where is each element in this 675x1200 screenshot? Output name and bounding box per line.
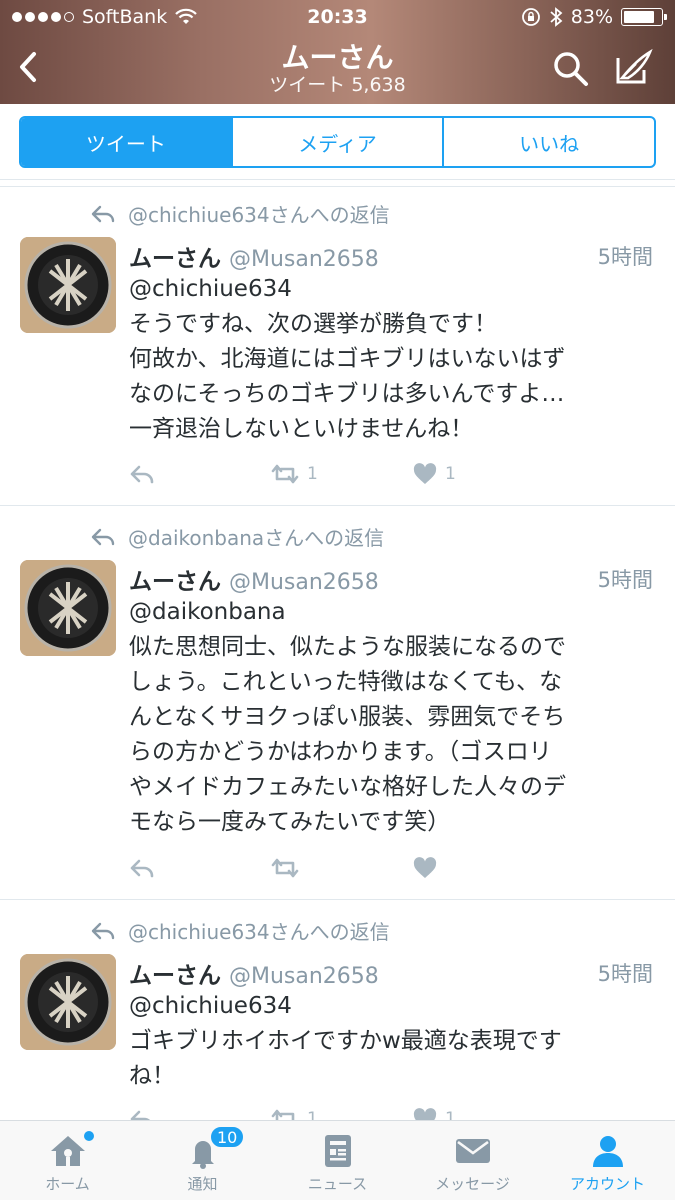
author-line: ムーさん @Musan2658	[129, 562, 379, 596]
tweet-line: 似た思想同士、似たような服装になるので	[129, 634, 566, 660]
author-line: ムーさん @Musan2658	[129, 956, 379, 990]
battery-level	[624, 11, 654, 23]
tweet-line: そうですね、次の選挙が勝負です！	[129, 311, 497, 337]
tweet-line: ね！	[129, 1063, 175, 1089]
tweet-text: @chichiue634 そうですね、次の選挙が勝負です！ 何故か、北海道にはゴ…	[129, 272, 654, 447]
tweet-line: しょう。これといった特徴はなくても、な	[129, 669, 563, 695]
author-name[interactable]: ムーさん	[129, 963, 221, 989]
author-name[interactable]: ムーさん	[129, 569, 221, 595]
tweet-line: らの方かどうかはわかります。（ゴスロリ	[129, 739, 552, 765]
tab-tweets[interactable]: ツイート	[21, 118, 233, 166]
status-bar: SoftBank 20:33 83%	[0, 0, 675, 34]
search-icon[interactable]	[552, 50, 590, 88]
reply-arrow-icon	[91, 205, 115, 222]
orientation-lock-icon	[521, 8, 540, 26]
divider	[0, 186, 675, 187]
tab-news[interactable]: ニュース	[270, 1121, 405, 1200]
mention-link[interactable]: @daikonbana	[129, 595, 654, 630]
profile-header: SoftBank 20:33 83% ムーさん ツイート 5,638	[0, 0, 675, 104]
heart-icon	[413, 857, 437, 878]
segmented-control: ツイート メディア いいね	[19, 116, 656, 168]
reply-button[interactable]	[129, 857, 269, 879]
reply-icon	[130, 859, 154, 878]
retweet-button[interactable]: 1	[269, 463, 413, 485]
tab-notifications[interactable]: 10 通知	[135, 1121, 270, 1200]
person-icon	[592, 1136, 623, 1167]
reply-to-text: @daikonbanaさんへの返信	[128, 526, 385, 550]
tab-likes[interactable]: いいね	[444, 118, 654, 166]
reply-arrow-icon	[91, 528, 115, 545]
tab-home[interactable]: ホーム	[0, 1121, 135, 1200]
reply-context: @daikonbanaさんへの返信	[90, 522, 384, 551]
mention-link[interactable]: @chichiue634	[129, 989, 654, 1024]
tweet-time: 5時間	[597, 568, 653, 592]
home-icon	[50, 1136, 85, 1166]
like-button[interactable]	[413, 857, 445, 879]
reply-button[interactable]	[129, 463, 269, 485]
tweet-divider	[0, 505, 675, 506]
reply-context: @chichiue634さんへの返信	[90, 916, 390, 945]
tweet-time: 5時間	[597, 245, 653, 269]
author-line: ムーさん @Musan2658	[129, 239, 379, 273]
tab-messages[interactable]: メッセージ	[405, 1121, 540, 1200]
tweet-divider	[0, 899, 675, 900]
author-handle[interactable]: @Musan2658	[229, 570, 379, 595]
tab-account[interactable]: アカウント	[540, 1121, 675, 1200]
tweet-line: モなら一度みてみたいです笑）	[129, 809, 451, 835]
avatar[interactable]	[20, 237, 116, 333]
tab-label: 通知	[187, 1175, 218, 1193]
like-count: 1	[445, 464, 456, 484]
like-button[interactable]: 1	[413, 463, 456, 485]
tweet-line: んとなくサヨクっぽい服装、雰囲気でそち	[129, 704, 566, 730]
profile-tabs: ツイート メディア いいね	[0, 104, 675, 180]
battery-icon	[621, 8, 667, 26]
tab-label: メッセージ	[435, 1175, 510, 1193]
tweet-line: 何故か、北海道にはゴキブリはいないはず	[129, 346, 566, 372]
reply-context: @chichiue634さんへの返信	[90, 199, 390, 228]
tweet-line: なのにそっちのゴキブリは多いんですよ…	[129, 381, 565, 407]
tweet-actions: 1 1	[129, 463, 456, 485]
retweet-icon	[271, 464, 299, 484]
reply-to-text: @chichiue634さんへの返信	[128, 203, 390, 227]
reply-icon	[130, 465, 154, 484]
new-content-dot	[84, 1131, 94, 1141]
author-handle[interactable]: @Musan2658	[229, 964, 379, 989]
tweet-time: 5時間	[597, 962, 653, 986]
avatar[interactable]	[20, 954, 116, 1050]
compose-icon[interactable]	[612, 48, 654, 88]
reply-arrow-icon	[91, 922, 115, 939]
retweet-count: 1	[307, 464, 318, 484]
reply-to-text: @chichiue634さんへの返信	[128, 920, 390, 944]
avatar[interactable]	[20, 560, 116, 656]
tweet-line: 一斉退治しないといけませんね！	[129, 416, 474, 442]
retweet-icon	[271, 858, 299, 878]
retweet-button[interactable]	[269, 857, 413, 879]
tab-label: ニュース	[307, 1175, 368, 1193]
news-icon	[324, 1135, 351, 1167]
tweet-text: @daikonbana 似た思想同士、似たような服装になるので しょう。これとい…	[129, 595, 654, 840]
tab-media[interactable]: メディア	[233, 118, 445, 166]
tweet-text: @chichiue634 ゴキブリホイホイですかw最適な表現です ね！	[129, 989, 654, 1094]
bluetooth-icon	[550, 7, 563, 27]
tweet-actions	[129, 857, 445, 879]
tab-label: ホーム	[45, 1175, 90, 1193]
tab-label: アカウント	[569, 1175, 645, 1193]
bottom-tab-bar: ホーム 10 通知 ニュース メッセージ アカウント	[0, 1120, 675, 1200]
author-handle[interactable]: @Musan2658	[229, 247, 379, 272]
envelope-icon	[455, 1139, 490, 1163]
author-name[interactable]: ムーさん	[129, 246, 221, 272]
notification-badge: 10	[209, 1125, 246, 1149]
mention-link[interactable]: @chichiue634	[129, 272, 654, 307]
battery-percent: 83%	[570, 6, 613, 28]
tweet-line: ゴキブリホイホイですかw最適な表現です	[129, 1028, 562, 1054]
tweet-line: やメイドカフェみたいな格好した人々のデ	[129, 774, 566, 800]
status-right: 83%	[521, 6, 667, 28]
heart-icon	[413, 463, 437, 484]
